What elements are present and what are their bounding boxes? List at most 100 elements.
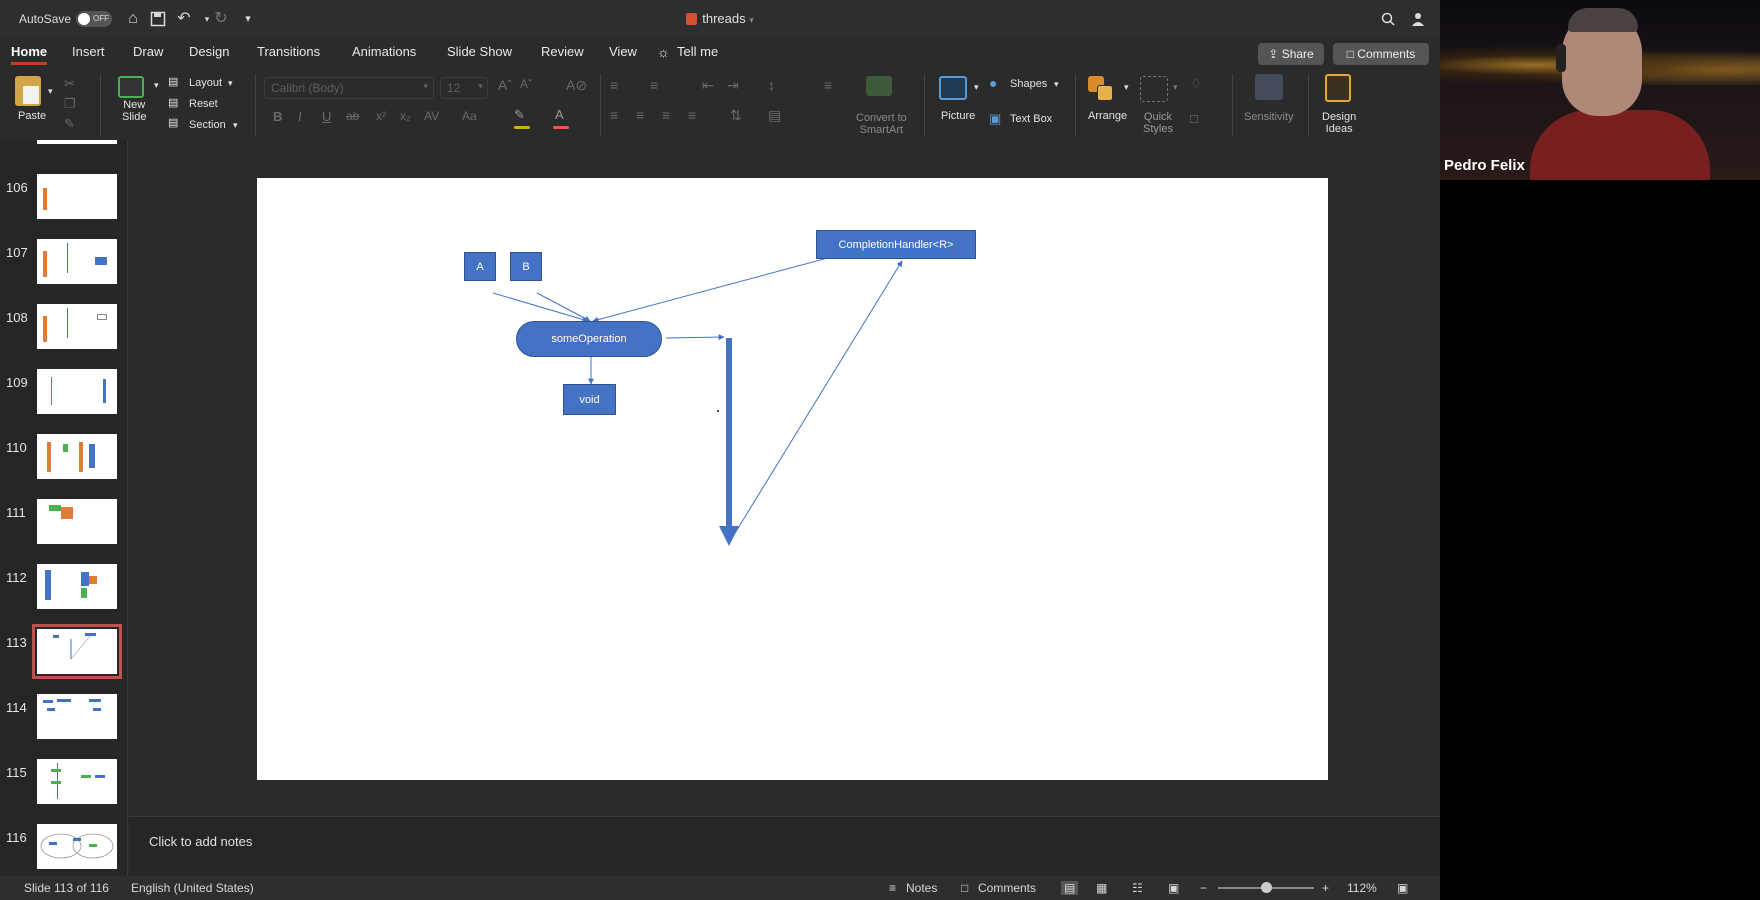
normal-view-icon[interactable]: ▤: [1061, 881, 1079, 895]
slide-thumbnail[interactable]: [37, 434, 117, 479]
slide-thumbnail[interactable]: [37, 239, 117, 284]
align-left-icon[interactable]: ≡: [610, 107, 618, 123]
comments-toggle[interactable]: Comments: [978, 881, 1036, 895]
layout-dropdown-icon[interactable]: ▾: [228, 78, 233, 89]
reading-view-icon[interactable]: ☷: [1132, 881, 1143, 895]
tab-draw[interactable]: Draw: [133, 44, 163, 59]
thumbnail-row[interactable]: 114: [0, 690, 127, 748]
thumbnail-row[interactable]: 110: [0, 430, 127, 488]
strikethrough-icon[interactable]: ab: [346, 109, 359, 123]
character-spacing-icon[interactable]: AV: [424, 109, 439, 123]
clear-format-icon[interactable]: A⊘: [566, 77, 587, 94]
new-slide-dropdown-icon[interactable]: ▾: [154, 80, 159, 91]
tab-transitions[interactable]: Transitions: [257, 44, 320, 59]
line-spacing-icon[interactable]: ↕: [768, 77, 775, 93]
thumbnail-row[interactable]: 111: [0, 495, 127, 553]
arrange-button[interactable]: Arrange: [1088, 110, 1127, 122]
thumbnail-row[interactable]: 107: [0, 235, 127, 293]
convert-smartart-label[interactable]: Convert to SmartArt: [856, 112, 907, 136]
subscript-icon[interactable]: x₂: [400, 109, 411, 123]
section-button[interactable]: Section: [189, 119, 226, 131]
new-slide-label[interactable]: New Slide: [122, 99, 146, 123]
align-text-icon[interactable]: ▤: [768, 107, 781, 124]
arrange-dropdown-icon[interactable]: ▾: [1124, 82, 1129, 93]
justify-icon[interactable]: ≡: [688, 107, 696, 123]
underline-icon[interactable]: U: [322, 109, 331, 124]
tab-design[interactable]: Design: [189, 44, 229, 59]
bold-icon[interactable]: B: [273, 109, 282, 124]
box-a[interactable]: A: [464, 252, 496, 281]
slide-editor[interactable]: A B someOperation void CompletionHandler…: [129, 140, 1440, 816]
slide-sorter-icon[interactable]: ▦: [1096, 881, 1107, 895]
notes-toggle[interactable]: Notes: [906, 881, 937, 895]
comments-button[interactable]: □ Comments: [1333, 43, 1429, 65]
autosave-toggle[interactable]: OFF: [76, 11, 112, 27]
share-button[interactable]: ⇪ Share: [1258, 43, 1324, 65]
connector-operation-to-timeline[interactable]: [665, 334, 725, 341]
redo-icon[interactable]: ↻: [210, 8, 232, 30]
design-ideas-button[interactable]: Design Ideas: [1322, 111, 1356, 135]
thumbnail-row[interactable]: 115: [0, 755, 127, 813]
section-dropdown-icon[interactable]: ▾: [233, 120, 238, 131]
font-name-dropdown-icon[interactable]: ▾: [423, 81, 428, 92]
notes-pane[interactable]: Click to add notes: [129, 816, 1440, 876]
tab-home[interactable]: Home: [11, 44, 48, 65]
font-size-dropdown-icon[interactable]: ▾: [478, 81, 483, 92]
slide-thumbnail[interactable]: [37, 369, 117, 414]
tab-insert[interactable]: Insert: [72, 44, 105, 59]
zoom-out-icon[interactable]: −: [1200, 881, 1207, 895]
reset-button[interactable]: Reset: [189, 98, 218, 110]
thumbnail-row[interactable]: 108: [0, 300, 127, 358]
connector-b-to-operation[interactable]: [536, 292, 591, 322]
font-size-field[interactable]: 12 ▾: [440, 77, 488, 99]
zoom-slider-handle[interactable]: [1261, 882, 1272, 893]
some-operation-shape[interactable]: someOperation: [516, 321, 662, 357]
slide-thumbnail[interactable]: [37, 824, 117, 869]
tab-review[interactable]: Review: [541, 44, 584, 59]
tab-view[interactable]: View: [609, 44, 637, 59]
picture-icon[interactable]: [939, 76, 967, 100]
undo-icon[interactable]: ↶: [173, 8, 195, 30]
columns-icon[interactable]: ≡: [824, 77, 832, 93]
zoom-in-icon[interactable]: +: [1322, 881, 1329, 895]
paste-dropdown-icon[interactable]: ▾: [48, 86, 53, 97]
thumbnail-row[interactable]: 116: [0, 820, 127, 876]
shapes-button[interactable]: Shapes: [1010, 78, 1047, 90]
thumbnail-row-selected[interactable]: 113: [0, 624, 127, 683]
paste-icon[interactable]: [15, 76, 41, 106]
text-box-button[interactable]: Text Box: [1010, 113, 1052, 125]
connector-a-to-operation[interactable]: [492, 292, 589, 323]
superscript-icon[interactable]: x²: [376, 109, 386, 123]
italic-icon[interactable]: I: [298, 109, 302, 124]
bullets-icon[interactable]: ≡: [610, 77, 618, 93]
notes-placeholder[interactable]: Click to add notes: [149, 834, 252, 849]
slide-thumbnail-panel[interactable]: 106 107 108 109 110 111 112 113 114 115 …: [0, 140, 128, 876]
slide-thumbnail[interactable]: [37, 499, 117, 544]
fit-slide-icon[interactable]: ▣: [1397, 881, 1408, 895]
font-color-icon[interactable]: A: [555, 107, 564, 122]
zoom-level[interactable]: 112%: [1347, 881, 1377, 895]
highlight-icon[interactable]: ✎: [514, 107, 525, 123]
quick-styles-label[interactable]: Quick Styles: [1143, 111, 1173, 135]
completion-handler-box[interactable]: CompletionHandler<R>: [816, 230, 976, 259]
sensitivity-icon[interactable]: [1255, 74, 1283, 100]
box-b[interactable]: B: [510, 252, 542, 281]
format-painter-icon[interactable]: ✎: [64, 116, 75, 132]
decrease-indent-icon[interactable]: ⇤: [702, 77, 714, 94]
timeline-arrow-head[interactable]: [719, 526, 739, 546]
account-icon[interactable]: [1408, 8, 1430, 30]
font-name-field[interactable]: Calibri (Body) ▾: [264, 77, 434, 99]
language-indicator[interactable]: English (United States): [131, 881, 254, 895]
text-direction-icon[interactable]: ⇅: [730, 107, 742, 124]
numbering-icon[interactable]: ≡: [650, 77, 658, 93]
cut-icon[interactable]: ✂: [64, 76, 75, 92]
slide-thumbnail[interactable]: [37, 759, 117, 804]
align-right-icon[interactable]: ≡: [662, 107, 670, 123]
slide-thumbnail-partial[interactable]: [37, 140, 117, 144]
tab-animations[interactable]: Animations: [352, 44, 416, 59]
tab-tell-me[interactable]: Tell me: [677, 44, 718, 59]
search-icon[interactable]: [1377, 8, 1399, 30]
thumbnail-row[interactable]: 106: [0, 170, 127, 228]
layout-button[interactable]: Layout: [189, 77, 222, 89]
quick-styles-icon[interactable]: [1140, 76, 1168, 102]
